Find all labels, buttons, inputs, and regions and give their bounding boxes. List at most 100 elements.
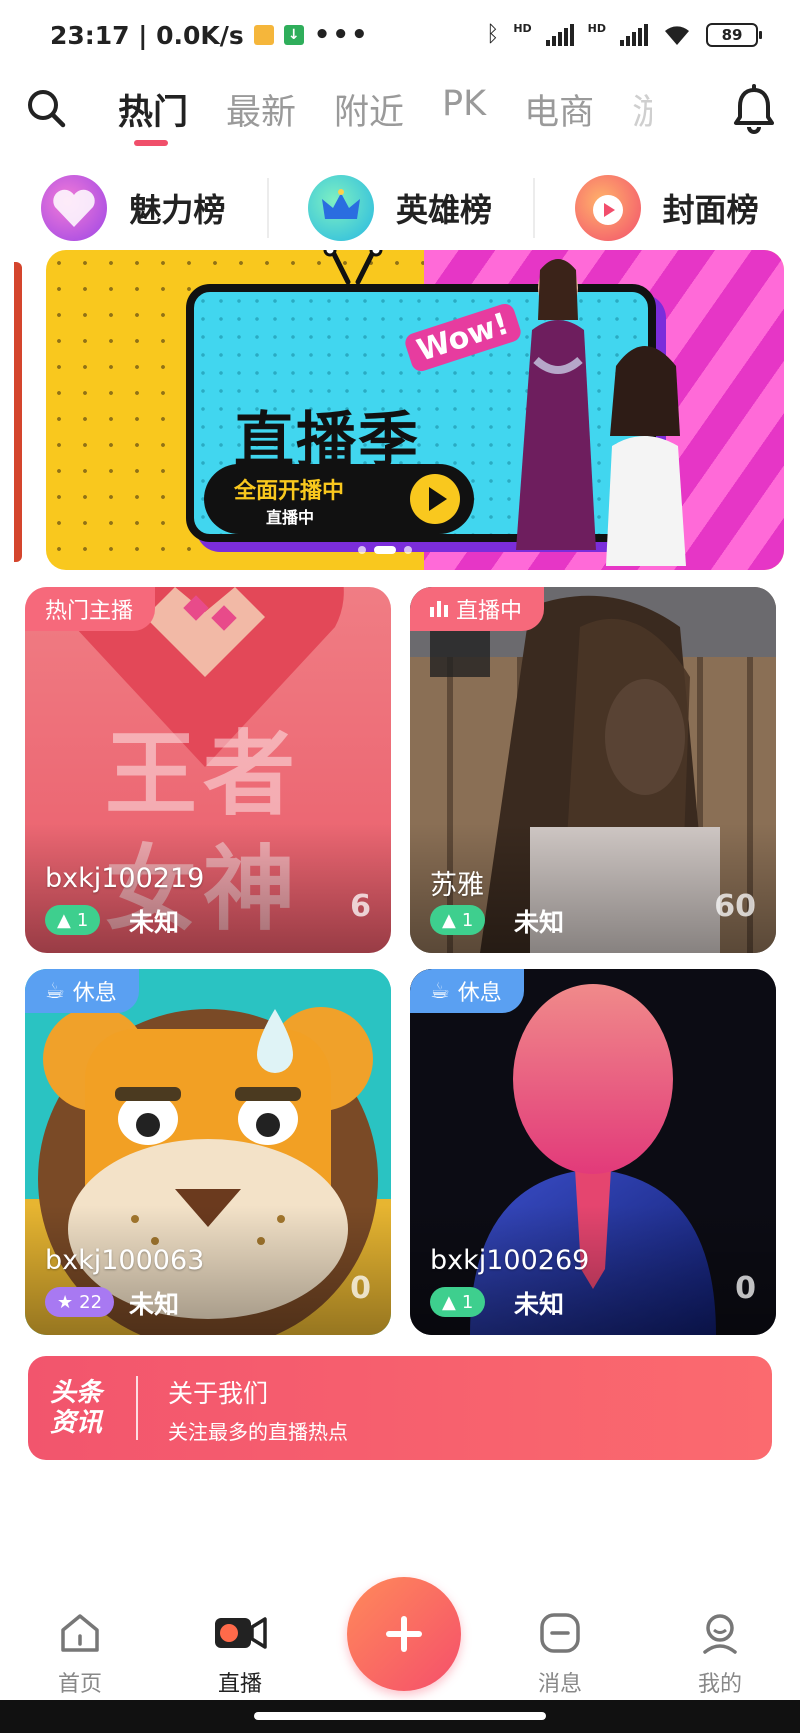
anchor-name: bxkj100219 [45,863,205,894]
news-logo-line2: 资讯 [50,1408,103,1438]
level-badge: ★ 22 [45,1287,115,1317]
pager-dot [404,546,412,554]
level-value: 1 [76,909,89,931]
pager-dot-active [374,546,396,554]
wifi-icon [665,25,689,45]
level-icon: ▲ [442,909,456,931]
home-icon [61,1614,99,1652]
tab-nearby[interactable]: 附近 [334,84,404,135]
tab-me[interactable]: 我的 [675,1610,765,1698]
play-icon [410,474,460,524]
status-left: 23:17 | 0.0K/s ↓ ••• [50,20,370,50]
tab-pk[interactable]: PK [442,84,486,135]
tab-live-label: 直播 [217,1672,262,1697]
tab-latest[interactable]: 最新 [226,84,296,135]
coffee-icon: ☕ [430,978,450,1004]
news-logo-line1: 头条 [50,1378,103,1408]
level-value: 1 [461,1291,474,1313]
status-badge-text: 休息 [72,981,117,1006]
more-notifications-icon: ••• [313,20,370,50]
card-art-text-line1: 王者 [105,721,302,828]
signal-icon-1 [545,23,574,46]
tab-game[interactable]: 游 [632,84,652,135]
viewer-count: 0 [735,1271,756,1306]
category-tabs: 热门 最新 附近 PK 电商 游 [118,84,652,146]
download-icon: ↓ [283,25,304,45]
level-icon: ▲ [57,909,71,931]
news-title: 关于我们 [168,1379,269,1408]
hd-label-1: HD [513,22,532,35]
anchor-name: 苏雅 [430,870,484,901]
status-badge: 直播中 [410,587,545,631]
rank-charm-label: 魅力榜 [129,191,226,229]
level-icon: ▲ [442,1291,456,1313]
anchor-name: bxkj100063 [45,1245,205,1276]
banner-pill-sub: 直播中 [266,508,315,527]
ranking-bar: 魅力榜 英雄榜 封面榜 [0,168,800,248]
viewer-count: 0 [350,1271,371,1306]
battery-level: 89 [721,25,743,44]
rank-charm[interactable]: 魅力榜 [0,168,267,248]
message-icon [540,1613,580,1653]
status-right: ᛒ HD HD 89 [486,22,762,47]
news-divider [136,1376,138,1440]
status-badge: ☕ 休息 [410,969,524,1013]
status-bar: 23:17 | 0.0K/s ↓ ••• ᛒ HD HD 89 [0,0,800,72]
profile-icon [703,1614,737,1654]
tab-hot[interactable]: 热门 [118,84,188,146]
hd-label-2: HD [587,22,606,35]
promo-banner[interactable]: Wow! 直播季 全面开播中 直播中 [46,250,784,570]
status-badge-text: 直播中 [456,599,523,624]
signal-icon-2 [620,23,648,46]
status-badge-text: 休息 [457,981,502,1006]
rank-cover-label: 封面榜 [662,191,759,229]
banner-prev-peek [14,262,22,562]
system-nav-bar [0,1700,800,1733]
live-card-1[interactable]: 王者 女神 热门主播 bxkj100219 ▲1 未知 6 [25,587,391,953]
news-logo: 头条 资讯 [50,1378,114,1438]
live-bars-icon [430,601,448,617]
heart-icon [41,175,108,241]
camera-icon [215,1617,267,1649]
level-value: 22 [79,1291,103,1313]
tv-antenna-icon [323,250,383,285]
pager-dot [358,546,366,554]
anchor-location: 未知 [129,908,180,937]
live-card-4[interactable]: ☕ 休息 bxkj100269 ▲ 1 未知 0 [410,969,776,1335]
search-icon[interactable] [24,86,68,130]
time-speed: 23:17 | 0.0K/s [50,20,244,50]
tab-ecommerce[interactable]: 电商 [524,84,594,135]
live-card-3[interactable]: ☕ 休息 bxkj100063 ★ 22 未知 0 [25,969,391,1335]
level-value: 1 [461,909,474,931]
home-indicator[interactable] [254,1712,546,1720]
battery-icon: 89 [706,22,762,47]
level-badge: ▲ 1 [430,1287,486,1317]
tab-messages-label: 消息 [537,1672,582,1697]
bluetooth-icon: ᛒ [486,22,500,47]
crown-icon [308,175,374,241]
news-strip[interactable]: 头条 资讯 关于我们 关注最多的直播热点 [28,1356,772,1460]
tab-live[interactable]: 直播 [195,1610,285,1698]
anchor-location: 未知 [514,1290,565,1319]
start-live-button[interactable] [347,1577,461,1691]
bell-icon[interactable] [732,84,776,134]
rank-hero[interactable]: 英雄榜 [266,168,534,248]
banner-pager [358,546,412,554]
level-badge: ▲ 1 [45,905,101,935]
anchor-location: 未知 [514,908,565,937]
play-icon [574,175,641,241]
status-badge-text: 热门主播 [45,599,134,624]
status-badge: 热门主播 [25,587,156,631]
anchor-location: 未知 [129,1290,180,1319]
rank-cover[interactable]: 封面榜 [533,168,800,248]
tab-me-label: 我的 [697,1672,742,1697]
tab-messages[interactable]: 消息 [515,1610,605,1698]
coffee-icon: ☕ [45,978,65,1004]
viewer-count: 60 [714,889,756,924]
viewer-count: 6 [350,889,371,924]
top-nav: 热门 最新 附近 PK 电商 游 [0,78,800,150]
live-card-2[interactable]: 直播中 苏雅 ▲ 1 未知 60 [410,587,776,953]
news-subtitle: 关注最多的直播热点 [168,1420,348,1444]
tab-home[interactable]: 首页 [35,1610,125,1698]
banner-live-pill[interactable]: 全面开播中 直播中 [204,464,474,534]
